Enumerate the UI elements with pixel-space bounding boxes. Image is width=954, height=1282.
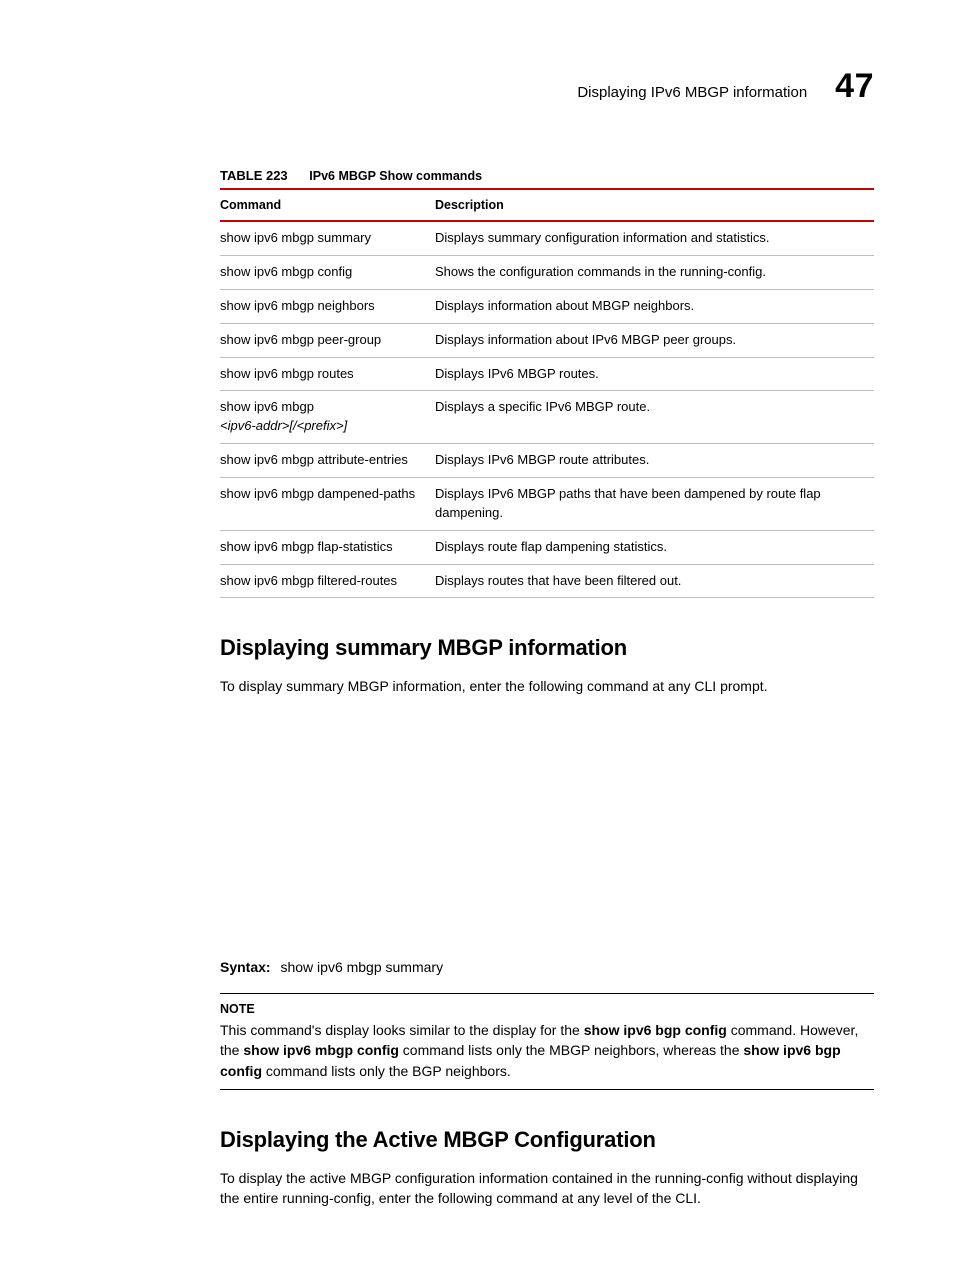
header-section-title: Displaying IPv6 MBGP information [577,82,807,104]
table-row: show ipv6 mbgp flap-statistics Displays … [220,530,874,564]
table-row: show ipv6 mbgp <ipv6-addr>[/<prefix>] Di… [220,391,874,444]
col-header-description: Description [435,189,874,221]
syntax-text: show ipv6 mbgp summary [280,959,443,975]
cell-command: show ipv6 mbgp config [220,256,435,290]
page: Displaying IPv6 MBGP information 47 TABL… [0,0,954,1282]
cell-description: Displays route flap dampening statistics… [435,530,874,564]
note-bold-fragment: show ipv6 mbgp config [243,1042,399,1058]
note-block: NOTE This command's display looks simila… [220,993,874,1090]
table-row: show ipv6 mbgp routes Displays IPv6 MBGP… [220,357,874,391]
cell-command: show ipv6 mbgp filtered-routes [220,564,435,598]
table-row: show ipv6 mbgp summary Displays summary … [220,221,874,255]
cell-command: show ipv6 mbgp peer-group [220,323,435,357]
cell-description: Displays summary configuration informati… [435,221,874,255]
cell-description: Displays a specific IPv6 MBGP route. [435,391,874,444]
col-header-command: Command [220,189,435,221]
header-chapter-number: 47 [835,62,874,111]
cell-description: Displays IPv6 MBGP routes. [435,357,874,391]
section-heading-active-config: Displaying the Active MBGP Configuration [220,1124,874,1156]
table-row: show ipv6 mbgp peer-group Displays infor… [220,323,874,357]
cell-command: show ipv6 mbgp neighbors [220,289,435,323]
section-heading-summary: Displaying summary MBGP information [220,632,874,664]
commands-table: Command Description show ipv6 mbgp summa… [220,188,874,598]
note-bold-fragment: show ipv6 bgp config [584,1022,727,1038]
cell-description: Shows the configuration commands in the … [435,256,874,290]
table-row: show ipv6 mbgp dampened-paths Displays I… [220,478,874,531]
cell-description: Displays information about MBGP neighbor… [435,289,874,323]
table-caption: TABLE 223 IPv6 MBGP Show commands [220,167,874,186]
table-row: show ipv6 mbgp filtered-routes Displays … [220,564,874,598]
cell-description: Displays information about IPv6 MBGP pee… [435,323,874,357]
cell-command-prefix: show ipv6 mbgp [220,399,314,414]
cell-description: Displays routes that have been filtered … [435,564,874,598]
running-header: Displaying IPv6 MBGP information 47 [220,62,874,111]
cell-description: Displays IPv6 MBGP route attributes. [435,444,874,478]
note-fragment: command lists only the MBGP neighbors, w… [399,1042,743,1058]
cell-command: show ipv6 mbgp routes [220,357,435,391]
cell-command-param: <ipv6-addr>[/<prefix>] [220,418,347,433]
table-row: show ipv6 mbgp neighbors Displays inform… [220,289,874,323]
section2-intro: To display the active MBGP configuration… [220,1168,874,1209]
table-label: TABLE 223 [220,168,288,183]
table-row: show ipv6 mbgp config Shows the configur… [220,256,874,290]
cell-description: Displays IPv6 MBGP paths that have been … [435,478,874,531]
syntax-label: Syntax: [220,959,271,975]
cell-command: show ipv6 mbgp summary [220,221,435,255]
syntax-line: Syntax: show ipv6 mbgp summary [220,957,874,977]
table-row: show ipv6 mbgp attribute-entries Display… [220,444,874,478]
cell-command: show ipv6 mbgp dampened-paths [220,478,435,531]
cell-command: show ipv6 mbgp <ipv6-addr>[/<prefix>] [220,391,435,444]
note-fragment: This command's display looks similar to … [220,1022,584,1038]
table-title: IPv6 MBGP Show commands [309,169,482,183]
cell-command: show ipv6 mbgp flap-statistics [220,530,435,564]
note-fragment: command lists only the BGP neighbors. [262,1063,511,1079]
cell-command: show ipv6 mbgp attribute-entries [220,444,435,478]
note-label: NOTE [220,1000,874,1018]
section1-intro: To display summary MBGP information, ent… [220,676,874,696]
note-text: This command's display looks similar to … [220,1022,858,1079]
